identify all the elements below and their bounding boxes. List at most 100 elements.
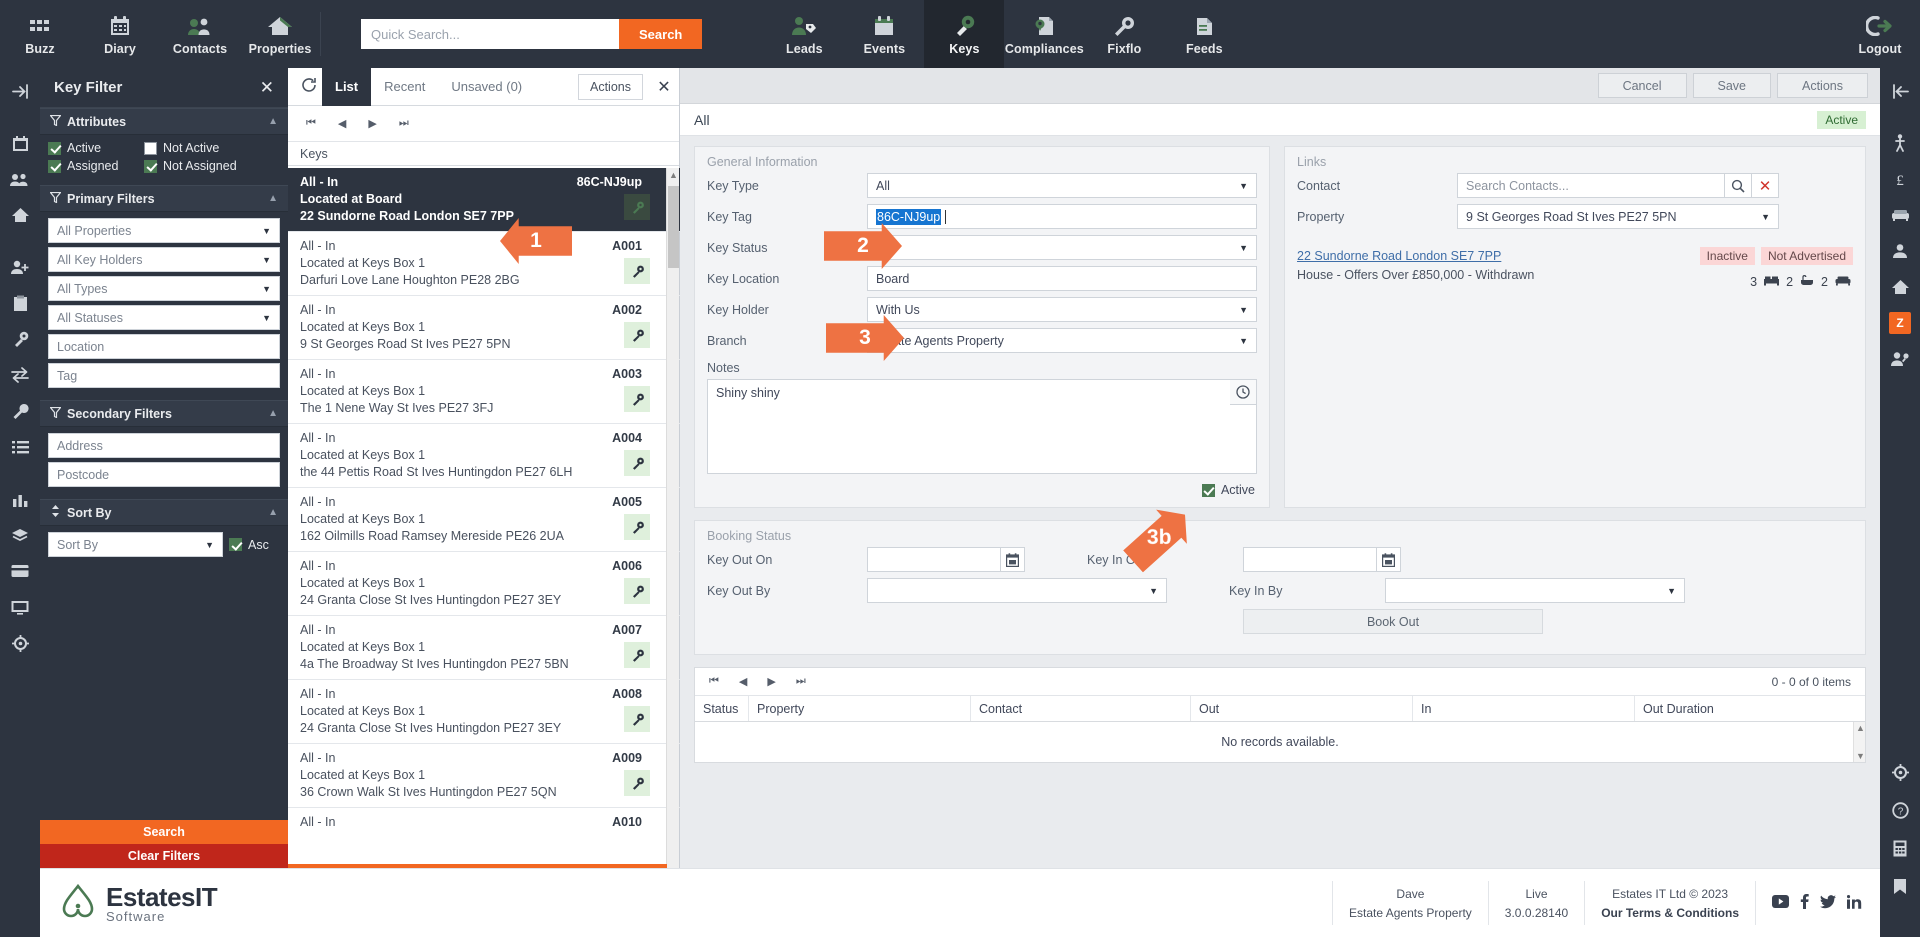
- filter-all-types[interactable]: All Types ▼: [48, 276, 280, 301]
- card-icon[interactable]: [3, 554, 37, 588]
- filter-all-properties[interactable]: All Properties ▼: [48, 218, 280, 243]
- section-primary-filters[interactable]: Primary Filters ▲: [40, 185, 288, 212]
- refresh-icon[interactable]: [296, 77, 322, 97]
- next-page-icon[interactable]: ▶: [767, 675, 775, 688]
- last-page-icon[interactable]: ⏭: [399, 117, 409, 130]
- grid-scrollbar[interactable]: ▲ ▼: [1853, 722, 1865, 762]
- quick-search-button[interactable]: Search: [619, 19, 702, 49]
- key-out-on-input[interactable]: [867, 547, 1001, 572]
- sofa-icon[interactable]: [1883, 198, 1917, 232]
- save-button[interactable]: Save: [1693, 73, 1772, 98]
- grid-col-in[interactable]: In: [1413, 696, 1635, 721]
- filter-search-button[interactable]: Search: [40, 820, 288, 844]
- key-icon[interactable]: [3, 322, 37, 356]
- checkbox-assigned[interactable]: Assigned: [48, 159, 144, 173]
- key-list-item[interactable]: All - In Located at Keys Box 1 Darfuri L…: [288, 232, 680, 296]
- tab-unsaved[interactable]: Unsaved (0): [438, 68, 535, 106]
- sort-by-select[interactable]: Sort By ▼: [48, 532, 223, 557]
- checkbox-active[interactable]: Active: [48, 141, 144, 155]
- list-icon[interactable]: [3, 430, 37, 464]
- house-icon[interactable]: [1883, 270, 1917, 304]
- transfer-icon[interactable]: [3, 358, 37, 392]
- filter-all-key-holders[interactable]: All Key Holders ▼: [48, 247, 280, 272]
- checkbox-not-active[interactable]: Not Active: [144, 141, 240, 155]
- next-page-icon[interactable]: ▶: [368, 117, 376, 130]
- section-secondary-filters[interactable]: Secondary Filters ▲: [40, 400, 288, 427]
- last-page-icon[interactable]: ⏭: [796, 675, 806, 688]
- key-list-item[interactable]: All - In Located at Keys Box 1 The 1 Nen…: [288, 360, 680, 424]
- key-list-item[interactable]: All - In Located at Keys Box 1 4a The Br…: [288, 616, 680, 680]
- filter-postcode-input[interactable]: Postcode: [48, 462, 280, 487]
- key-list-item[interactable]: All - In Located at Keys Box 1 162 Oilmi…: [288, 488, 680, 552]
- nav-item-keys[interactable]: Keys: [924, 0, 1004, 68]
- scroll-up-icon[interactable]: ▲: [669, 170, 678, 180]
- checkbox-not-assigned[interactable]: Not Assigned: [144, 159, 240, 173]
- scroll-up-icon[interactable]: ▲: [1856, 723, 1865, 733]
- grid-col-property[interactable]: Property: [749, 696, 971, 721]
- branch-select[interactable]: Estate Agents Property ▼: [867, 328, 1257, 353]
- key-tag-input[interactable]: 86C-NJ9up: [867, 204, 1257, 229]
- nav-item-leads[interactable]: Leads: [764, 0, 844, 68]
- nav-item-logout[interactable]: Logout: [1840, 0, 1920, 68]
- key-list-item[interactable]: All - In Located at Keys Box 1 24 Granta…: [288, 552, 680, 616]
- calendar-icon[interactable]: [1001, 547, 1025, 572]
- key-in-by-select[interactable]: ▼: [1385, 578, 1685, 603]
- filter-address-input[interactable]: Address: [48, 433, 280, 458]
- terms-link[interactable]: Our Terms & Conditions: [1601, 906, 1739, 920]
- twitter-icon[interactable]: [1820, 895, 1836, 912]
- nav-item-events[interactable]: Events: [844, 0, 924, 68]
- calendar-icon[interactable]: [3, 126, 37, 160]
- notes-textarea[interactable]: [707, 379, 1257, 474]
- search-icon[interactable]: [1725, 173, 1752, 198]
- property-select[interactable]: 9 St Georges Road St Ives PE27 5PN ▼: [1457, 204, 1779, 229]
- key-list-item[interactable]: All - In Located at Keys Box 1 the 44 Pe…: [288, 424, 680, 488]
- section-sort-by[interactable]: Sort By ▲: [40, 499, 288, 526]
- wrench-icon[interactable]: [3, 394, 37, 428]
- user-icon[interactable]: [1883, 234, 1917, 268]
- contact-search-input[interactable]: Search Contacts...: [1457, 173, 1725, 198]
- bookmark-icon[interactable]: [1883, 869, 1917, 903]
- filter-tag-input[interactable]: Tag: [48, 363, 280, 388]
- first-page-icon[interactable]: ⏮: [306, 117, 316, 130]
- scrollbar-thumb[interactable]: [668, 186, 679, 268]
- pound-icon[interactable]: £: [1883, 162, 1917, 196]
- book-out-button[interactable]: Book Out: [1243, 609, 1543, 634]
- monitor-icon[interactable]: [3, 590, 37, 624]
- help-icon[interactable]: ?: [1883, 793, 1917, 827]
- quick-search-input[interactable]: [361, 19, 619, 49]
- key-list-item[interactable]: All - In Located at Keys Box 1 9 St Geor…: [288, 296, 680, 360]
- tab-list[interactable]: List: [322, 68, 371, 106]
- key-location-input[interactable]: Board: [867, 266, 1257, 291]
- grid-col-status[interactable]: Status: [695, 696, 749, 721]
- nav-item-fixflo[interactable]: Fixflo: [1084, 0, 1164, 68]
- bar-chart-icon[interactable]: [3, 482, 37, 516]
- prev-page-icon[interactable]: ◀: [739, 675, 747, 688]
- filter-clear-button[interactable]: Clear Filters: [40, 844, 288, 868]
- person-walking-icon[interactable]: [1883, 126, 1917, 160]
- settings-gear-icon[interactable]: [1883, 755, 1917, 789]
- nav-item-compliances[interactable]: Compliances: [1004, 0, 1084, 68]
- grid-col-out[interactable]: Out: [1191, 696, 1413, 721]
- house-icon[interactable]: [3, 198, 37, 232]
- zoopla-badge-icon[interactable]: Z: [1883, 306, 1917, 340]
- key-status-select[interactable]: In ▼: [867, 235, 1257, 260]
- youtube-icon[interactable]: [1772, 895, 1789, 911]
- detail-actions-button[interactable]: Actions: [1777, 73, 1868, 98]
- checkbox-asc[interactable]: Asc: [229, 538, 269, 552]
- key-holder-select[interactable]: With Us ▼: [867, 297, 1257, 322]
- key-list-item[interactable]: All - In Located at Board 22 Sundorne Ro…: [288, 168, 680, 232]
- cancel-button[interactable]: Cancel: [1598, 73, 1687, 98]
- nav-item-feeds[interactable]: Feeds: [1164, 0, 1244, 68]
- clock-history-icon[interactable]: [1230, 379, 1257, 405]
- key-type-select[interactable]: All ▼: [867, 173, 1257, 198]
- close-icon[interactable]: ✕: [649, 77, 679, 97]
- nav-item-diary[interactable]: Diary: [80, 0, 160, 68]
- first-page-icon[interactable]: ⏮: [709, 675, 719, 688]
- keys-list-actions-button[interactable]: Actions: [578, 74, 643, 100]
- nav-item-buzz[interactable]: Buzz: [0, 0, 80, 68]
- grid-col-out-duration[interactable]: Out Duration: [1635, 696, 1865, 721]
- collapse-panel-icon[interactable]: [3, 74, 37, 108]
- facebook-icon[interactable]: [1800, 894, 1809, 912]
- people-icon[interactable]: [3, 162, 37, 196]
- grid-col-contact[interactable]: Contact: [971, 696, 1191, 721]
